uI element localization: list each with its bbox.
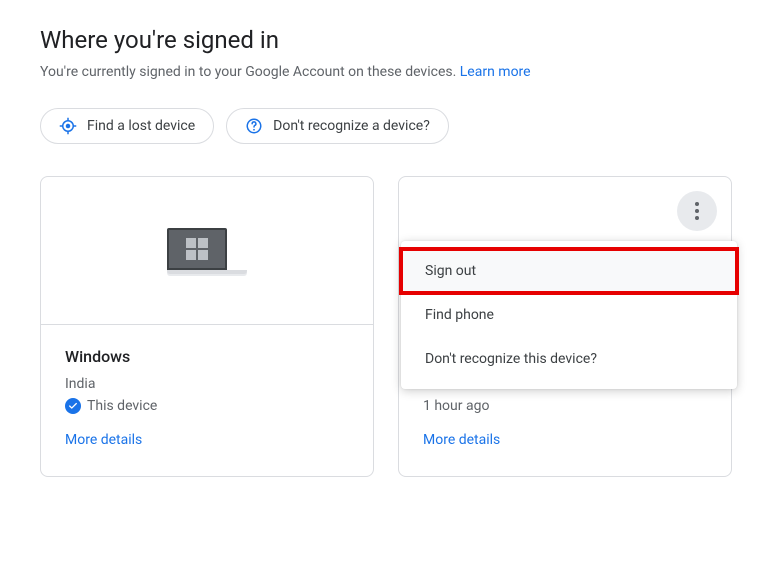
find-lost-device-chip[interactable]: Find a lost device [40,108,214,144]
kebab-icon [695,209,699,213]
page-subtitle: You're currently signed in to your Googl… [40,64,732,80]
target-icon [59,117,77,135]
help-icon [245,117,263,135]
more-options-button[interactable] [677,191,717,231]
dont-recognize-label: Don't recognize a device? [273,118,430,134]
check-icon [65,398,81,414]
device-illustration [41,177,373,325]
laptop-icon [167,228,247,274]
device-status: This device [65,398,349,414]
more-details-link[interactable]: More details [65,432,349,448]
menu-sign-out[interactable]: Sign out [401,249,737,293]
learn-more-link[interactable]: Learn more [460,64,531,80]
find-lost-device-label: Find a lost device [87,118,195,134]
menu-find-phone[interactable]: Find phone [401,293,737,337]
device-status-text: This device [87,398,157,414]
more-details-link[interactable]: More details [423,432,707,448]
device-status: 1 hour ago [423,398,707,414]
device-status-text: 1 hour ago [423,398,489,414]
page-title: Where you're signed in [40,26,732,54]
device-name: Windows [65,347,349,366]
device-location: India [65,376,349,392]
dont-recognize-chip[interactable]: Don't recognize a device? [226,108,449,144]
device-cards: Windows India This device More details S… [40,176,732,477]
menu-dont-recognize[interactable]: Don't recognize this device? [401,337,737,381]
subtitle-text: You're currently signed in to your Googl… [40,64,456,80]
device-options-menu: Sign out Find phone Don't recognize this… [401,241,737,389]
device-card-phone: Sign out Find phone Don't recognize this… [398,176,732,477]
device-card-windows: Windows India This device More details [40,176,374,477]
chip-row: Find a lost device Don't recognize a dev… [40,108,732,144]
